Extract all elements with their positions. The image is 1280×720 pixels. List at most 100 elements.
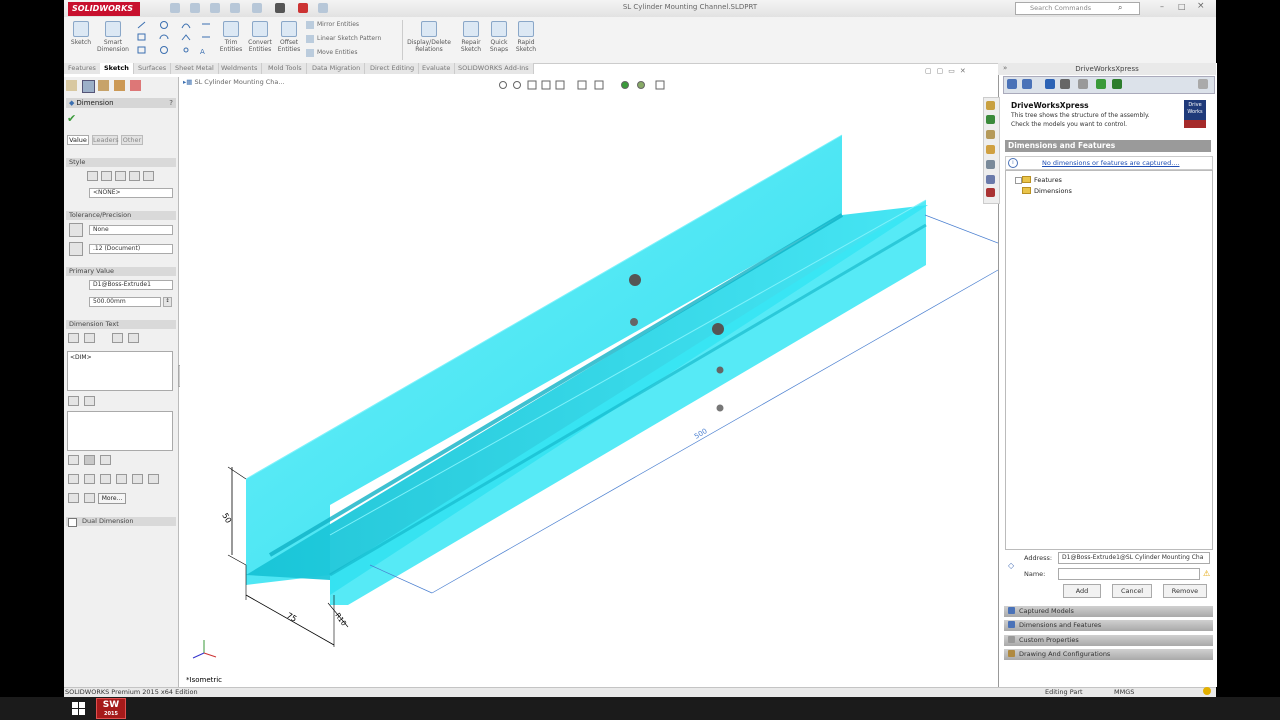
diameter-symbol-icon[interactable] bbox=[68, 474, 79, 484]
sketch-tools-icons[interactable]: A bbox=[136, 20, 216, 60]
inspection-icon[interactable] bbox=[128, 333, 139, 343]
dimension-r10[interactable]: R10 bbox=[333, 612, 347, 628]
pane-collapse-icon[interactable]: » bbox=[1003, 64, 1007, 72]
display-delete-relations-button[interactable]: Display/Delete Relations bbox=[406, 20, 452, 60]
home-icon[interactable] bbox=[986, 101, 995, 110]
sketch-button[interactable]: Sketch bbox=[64, 20, 98, 60]
rebuild-icon[interactable] bbox=[298, 3, 308, 13]
primary-dimension-value[interactable]: 500.00mm bbox=[89, 297, 161, 307]
precision-select[interactable]: .12 (Document) bbox=[89, 244, 173, 254]
subtab-leaders[interactable]: Leaders bbox=[92, 135, 119, 145]
open-icon[interactable] bbox=[190, 3, 200, 13]
maximize-icon[interactable]: □ bbox=[1178, 2, 1186, 11]
delete-style-icon[interactable] bbox=[115, 171, 126, 181]
primary-dimension-name[interactable]: D1@Boss-Extrude1 bbox=[89, 280, 173, 290]
tab-sheet-metal[interactable]: Sheet Metal bbox=[171, 63, 219, 74]
configuration-icon[interactable] bbox=[98, 80, 109, 91]
style-group-header[interactable]: Style bbox=[66, 158, 176, 167]
expand-icon[interactable] bbox=[1015, 177, 1022, 184]
remove-button[interactable]: Remove bbox=[1163, 584, 1207, 598]
print-icon[interactable] bbox=[230, 3, 240, 13]
dimension-text-header[interactable]: Dimension Text bbox=[66, 320, 176, 329]
solidworks-logo[interactable]: SOLIDWORKS bbox=[68, 2, 140, 16]
cancel-button[interactable]: Cancel bbox=[1112, 584, 1152, 598]
part-model[interactable]: 500 50 75 R10 bbox=[180, 75, 998, 687]
back-arrow-icon[interactable] bbox=[1007, 79, 1017, 89]
new-document-icon[interactable] bbox=[170, 3, 180, 13]
display-manager-icon[interactable] bbox=[130, 80, 141, 91]
subtab-value[interactable]: Value bbox=[67, 135, 89, 145]
rapid-sketch-button[interactable]: Rapid Sketch bbox=[509, 20, 543, 60]
status-units[interactable]: MMGS bbox=[1114, 687, 1134, 697]
rules-icon[interactable] bbox=[1096, 79, 1106, 89]
offset-entities-button[interactable]: Offset Entities bbox=[272, 20, 306, 60]
help-icon[interactable]: ? bbox=[169, 98, 173, 108]
close-icon[interactable]: × bbox=[1197, 1, 1205, 11]
load-style-icon[interactable] bbox=[143, 171, 154, 181]
bar-dimensions-features[interactable]: Dimensions and Features bbox=[1004, 620, 1213, 631]
dimension-75[interactable]: 75 bbox=[285, 611, 298, 624]
select-icon[interactable] bbox=[275, 3, 285, 13]
tab-mold-tools[interactable]: Mold Tools bbox=[264, 63, 307, 74]
spin-icon[interactable]: ↕ bbox=[163, 297, 172, 307]
text-justify-icon[interactable] bbox=[84, 333, 95, 343]
bar-custom-properties[interactable]: Custom Properties bbox=[1004, 635, 1213, 646]
dual-dimension-checkbox[interactable] bbox=[68, 518, 77, 527]
save-icon[interactable] bbox=[210, 3, 220, 13]
tab-features[interactable]: Features bbox=[64, 63, 101, 74]
windows-start-icon[interactable] bbox=[66, 699, 92, 718]
feature-tree-icon[interactable] bbox=[66, 80, 77, 91]
smart-dimension-button[interactable]: Smart Dimension bbox=[96, 20, 130, 60]
tree-item-dimensions[interactable]: Dimensions bbox=[1034, 187, 1072, 195]
bar-drawing-configurations[interactable]: Drawing And Configurations bbox=[1004, 649, 1213, 660]
dual-dimension-header[interactable]: Dual Dimension bbox=[66, 517, 176, 526]
tree-item-features[interactable]: Features bbox=[1034, 176, 1062, 184]
subtab-other[interactable]: Other bbox=[121, 135, 143, 145]
add-style-icon[interactable] bbox=[101, 171, 112, 181]
resources-icon[interactable] bbox=[986, 115, 995, 124]
ok-check-icon[interactable]: ✔ bbox=[67, 112, 76, 125]
justify-right-icon[interactable] bbox=[100, 455, 111, 465]
justify-center-icon[interactable] bbox=[84, 455, 95, 465]
tolerance-group-header[interactable]: Tolerance/Precision bbox=[66, 211, 176, 220]
primary-value-header[interactable]: Primary Value bbox=[66, 267, 176, 276]
dimension-text-box-2[interactable] bbox=[67, 411, 173, 451]
options-icon[interactable] bbox=[318, 3, 328, 13]
dimension-500[interactable]: 500 bbox=[693, 427, 709, 441]
forward-arrow-icon[interactable] bbox=[1022, 79, 1032, 89]
square-symbol-icon[interactable] bbox=[132, 474, 143, 484]
tab-weldments[interactable]: Weldments bbox=[217, 63, 263, 74]
run-icon[interactable] bbox=[1112, 79, 1122, 89]
dimxpert-icon[interactable] bbox=[114, 80, 125, 91]
style-select[interactable]: <NONE> bbox=[89, 188, 173, 198]
more-symbols-icon[interactable] bbox=[148, 474, 159, 484]
status-indicator-icon[interactable] bbox=[1203, 687, 1211, 695]
tab-data-migration[interactable]: Data Migration bbox=[308, 63, 366, 74]
appearances-icon[interactable] bbox=[986, 175, 995, 184]
models-icon[interactable] bbox=[1060, 79, 1070, 89]
tab-evaluate[interactable]: Evaluate bbox=[418, 63, 456, 74]
mirror-entities-button[interactable]: Mirror Entities bbox=[306, 21, 359, 29]
info-link[interactable]: No dimensions or features are captured..… bbox=[1042, 159, 1180, 167]
tab-direct-editing[interactable]: Direct Editing bbox=[366, 63, 420, 74]
address-field[interactable]: D1@Boss-Extrude1@SL Cylinder Mounting Ch… bbox=[1058, 552, 1210, 564]
text-icon-2[interactable] bbox=[84, 396, 95, 406]
property-manager-icon[interactable] bbox=[82, 80, 95, 93]
dimension-text-box[interactable]: <DIM> bbox=[67, 351, 173, 391]
plus-minus-symbol-icon[interactable] bbox=[100, 474, 111, 484]
tab-sketch[interactable]: Sketch bbox=[100, 63, 134, 74]
name-field[interactable] bbox=[1058, 568, 1200, 580]
solidworks-taskbar-app[interactable]: SW 2015 bbox=[96, 698, 126, 719]
tolerance-type-select[interactable]: None bbox=[89, 225, 173, 235]
move-entities-button[interactable]: Move Entities bbox=[306, 49, 357, 57]
settings-icon[interactable] bbox=[1198, 79, 1208, 89]
text-icon-1[interactable] bbox=[68, 396, 79, 406]
save-style-icon[interactable] bbox=[129, 171, 140, 181]
tab-surfaces[interactable]: Surfaces bbox=[134, 63, 172, 74]
design-library-icon[interactable] bbox=[986, 130, 995, 139]
centerline-symbol-icon[interactable] bbox=[116, 474, 127, 484]
form-icon[interactable] bbox=[1078, 79, 1088, 89]
tab-addins[interactable]: SOLIDWORKS Add-Ins bbox=[454, 63, 534, 74]
minimize-icon[interactable]: – bbox=[1160, 2, 1164, 11]
view-palette-icon[interactable] bbox=[986, 160, 995, 169]
